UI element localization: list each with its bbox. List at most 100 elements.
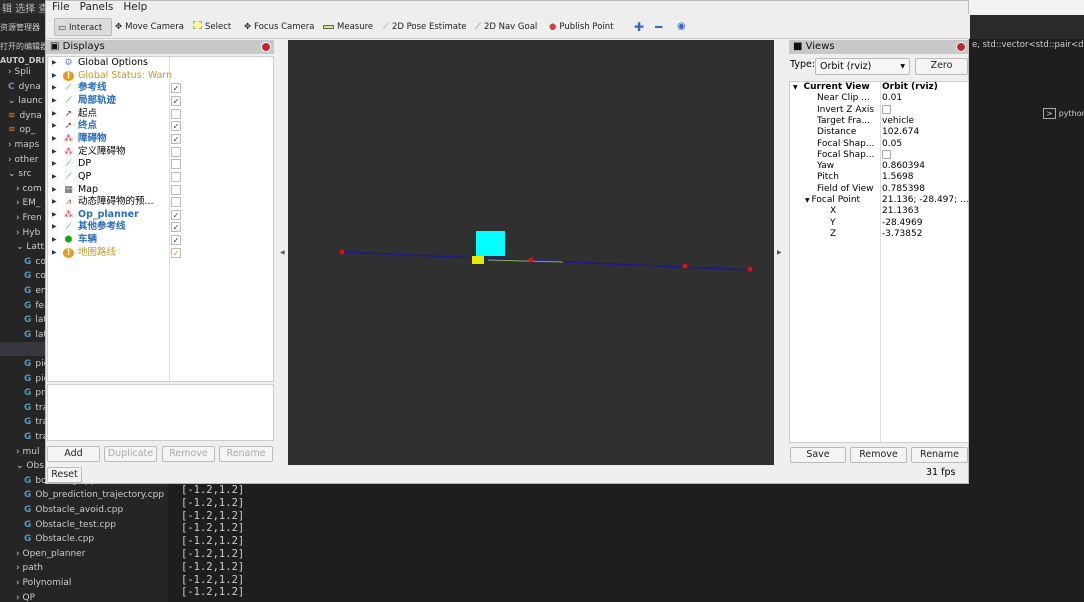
explorer-item[interactable]: › QP bbox=[16, 591, 35, 602]
view-property-value[interactable]: -3.73852 bbox=[882, 229, 922, 240]
view-property-name[interactable]: ▼ Focal Point bbox=[805, 195, 860, 206]
display-enabled-checkbox[interactable] bbox=[171, 146, 181, 157]
display-enabled-checkbox[interactable]: ✓ bbox=[171, 121, 181, 132]
explorer-item[interactable]: › Open_planner bbox=[16, 547, 85, 561]
tool-2d-pose-estimate[interactable]: ⟋ 2D Pose Estimate bbox=[380, 18, 470, 36]
view-property-name[interactable]: Focal Shap... bbox=[817, 150, 874, 161]
display-item[interactable]: ▶! Global Status: Warn bbox=[48, 70, 274, 83]
view-property-name[interactable]: Z bbox=[830, 229, 836, 240]
reset-button[interactable]: Reset bbox=[47, 467, 82, 483]
view-property-value[interactable]: 0.785398 bbox=[882, 184, 925, 195]
explorer-item[interactable]: Gen bbox=[24, 284, 47, 298]
view-property-name[interactable]: Invert Z Axis bbox=[817, 105, 874, 116]
current-view-row[interactable]: ▼ Current View bbox=[793, 82, 870, 93]
explorer-item[interactable]: Glat bbox=[24, 313, 47, 327]
display-item[interactable]: ▶ ⟋ QP bbox=[48, 171, 274, 184]
expand-arrow-icon[interactable]: ▶ bbox=[52, 171, 57, 184]
expand-arrow-icon[interactable]: ▶ bbox=[52, 70, 57, 83]
explorer-item[interactable]: G Obstacle_test.cpp bbox=[24, 518, 116, 532]
display-enabled-checkbox[interactable] bbox=[171, 159, 181, 170]
tool-2d-nav-goal[interactable]: ⟋ 2D Nav Goal bbox=[472, 18, 540, 36]
explorer-item[interactable]: G Obstacle_avoid.cpp bbox=[24, 503, 123, 517]
expand-arrow-icon[interactable]: ▶ bbox=[52, 95, 57, 108]
explorer-item[interactable]: Glat bbox=[24, 328, 47, 342]
explorer-item[interactable]: G Obstacle.cpp bbox=[24, 532, 94, 546]
display-enabled-checkbox[interactable]: ✓ bbox=[171, 222, 181, 233]
property-checkbox[interactable] bbox=[882, 104, 891, 114]
expand-arrow-icon[interactable]: ▶ bbox=[52, 133, 57, 146]
add-tool-button[interactable]: ✚ bbox=[631, 18, 647, 36]
expand-arrow-icon[interactable]: ▶ bbox=[52, 158, 57, 171]
tool-interact[interactable]: ▭ Interact bbox=[54, 18, 112, 36]
tool-move-camera[interactable]: ✥ Move Camera bbox=[112, 18, 187, 36]
explorer-item[interactable]: ⌄ launc bbox=[8, 94, 43, 108]
terminal[interactable]: [-1.2,1.2] [-1.2,1.2] [-1.2,1.2] [-1.2,1.2]… bbox=[168, 484, 1084, 602]
explorer-item[interactable]: ⌄ Latt bbox=[16, 240, 44, 254]
display-enabled-checkbox[interactable]: ✓ bbox=[171, 133, 181, 144]
display-enabled-checkbox[interactable]: ✓ bbox=[171, 235, 181, 246]
explorer-item[interactable]: ⌄ Obs bbox=[16, 459, 44, 473]
tool-select[interactable]: Select bbox=[190, 18, 234, 36]
explorer-item[interactable]: G Ob_prediction_trajectory.cpp bbox=[24, 488, 164, 502]
displays-tree[interactable]: ▶ ⚙ Global Options ▶! Global Status: Warn ▶ ⟋ 参… bbox=[47, 56, 274, 382]
view-property-value[interactable]: -28.4969 bbox=[882, 218, 922, 229]
display-item[interactable]: ▶! 地图路线 ✓ bbox=[48, 247, 274, 260]
view-property-name[interactable]: Distance bbox=[817, 127, 856, 138]
display-item[interactable]: ▶ ⁂ Op_planner ✓ bbox=[48, 209, 274, 222]
view-property-value[interactable]: vehicle bbox=[882, 116, 914, 127]
display-enabled-checkbox[interactable] bbox=[171, 171, 181, 182]
explorer-item[interactable]: › Fren bbox=[16, 211, 42, 225]
display-enabled-checkbox[interactable] bbox=[171, 184, 181, 195]
explorer-item[interactable]: › other bbox=[8, 153, 38, 167]
expand-arrow-icon[interactable]: ▶ bbox=[52, 108, 57, 121]
explorer-item[interactable]: › EM_ bbox=[16, 196, 40, 210]
display-enabled-checkbox[interactable] bbox=[171, 108, 181, 119]
tool-measure[interactable]: Measure bbox=[320, 18, 376, 36]
expand-arrow-icon[interactable]: ▶ bbox=[52, 196, 57, 209]
open-editors-header[interactable]: 打开的编辑器 bbox=[0, 41, 48, 52]
display-item[interactable]: ▶ ⁂ 定义障碍物 bbox=[48, 146, 274, 159]
remove-display-button[interactable]: Remove bbox=[162, 446, 215, 462]
explorer-item[interactable]: ⌄ src bbox=[8, 167, 32, 181]
view-property-name[interactable]: Target Fra... bbox=[817, 116, 870, 127]
remove-view-button[interactable]: Remove bbox=[850, 447, 907, 463]
duplicate-display-button[interactable]: Duplicate bbox=[104, 446, 157, 462]
tool-publish-point[interactable]: ● Publish Point bbox=[546, 18, 617, 36]
view-property-value[interactable]: 21.136; -28.497; ... bbox=[882, 195, 969, 206]
expand-arrow-icon[interactable]: ▶ bbox=[52, 82, 57, 95]
explorer-item[interactable]: › path bbox=[16, 561, 43, 575]
view-property-name[interactable]: Pitch bbox=[817, 172, 839, 183]
display-enabled-checkbox[interactable] bbox=[171, 197, 181, 208]
display-item[interactable]: ▶ ⟋ DP bbox=[48, 158, 274, 171]
display-item[interactable]: ▶ ⟋ 局部轨迹 ✓ bbox=[48, 95, 274, 108]
vscode-menu[interactable]: 辑 选择 查 bbox=[0, 0, 45, 14]
display-enabled-checkbox[interactable]: ✓ bbox=[171, 247, 181, 258]
view-property-value[interactable]: 102.674 bbox=[882, 127, 919, 138]
view-property-value[interactable]: 0.860394 bbox=[882, 161, 925, 172]
expand-arrow-icon[interactable]: ▶ bbox=[52, 184, 57, 197]
expand-arrow-icon[interactable]: ▶ bbox=[52, 247, 57, 260]
explorer-item[interactable]: › maps bbox=[8, 138, 39, 152]
view-property-value[interactable]: 0.01 bbox=[882, 93, 902, 104]
display-item[interactable]: ▶ ▦ Map bbox=[48, 184, 274, 197]
view-property-value[interactable]: 1.5698 bbox=[882, 172, 914, 183]
expand-arrow-icon[interactable]: ▶ bbox=[52, 120, 57, 133]
display-item[interactable]: ▶ ⚙ Global Options bbox=[48, 57, 274, 70]
3d-render-view[interactable] bbox=[288, 40, 774, 465]
collapse-right-icon[interactable]: ▶ bbox=[777, 249, 782, 256]
explorer-item[interactable]: Cdyna bbox=[8, 80, 41, 94]
views-property-tree[interactable]: ▼ Current View Orbit (rviz) Near Clip ..… bbox=[789, 81, 969, 443]
explorer-item[interactable]: › Polynomial bbox=[16, 576, 71, 590]
view-type-select[interactable]: Orbit (rviz) ▼ bbox=[815, 58, 910, 75]
display-enabled-checkbox[interactable]: ✓ bbox=[171, 83, 181, 94]
display-item[interactable]: ▶ ➚ 起点 bbox=[48, 108, 274, 121]
explorer-item[interactable]: › mul bbox=[16, 445, 39, 459]
display-enabled-checkbox[interactable]: ✓ bbox=[171, 95, 181, 106]
explorer-item[interactable]: › Hyb bbox=[16, 226, 40, 240]
explorer-item[interactable]: › com bbox=[16, 182, 42, 196]
expand-arrow-icon[interactable]: ▶ bbox=[52, 221, 57, 234]
displays-panel-title[interactable]: ▣ Displays bbox=[46, 40, 274, 54]
property-checkbox[interactable] bbox=[882, 149, 891, 159]
remove-tool-button[interactable]: ━ bbox=[652, 18, 665, 36]
expand-arrow-icon[interactable]: ▶ bbox=[52, 209, 57, 222]
